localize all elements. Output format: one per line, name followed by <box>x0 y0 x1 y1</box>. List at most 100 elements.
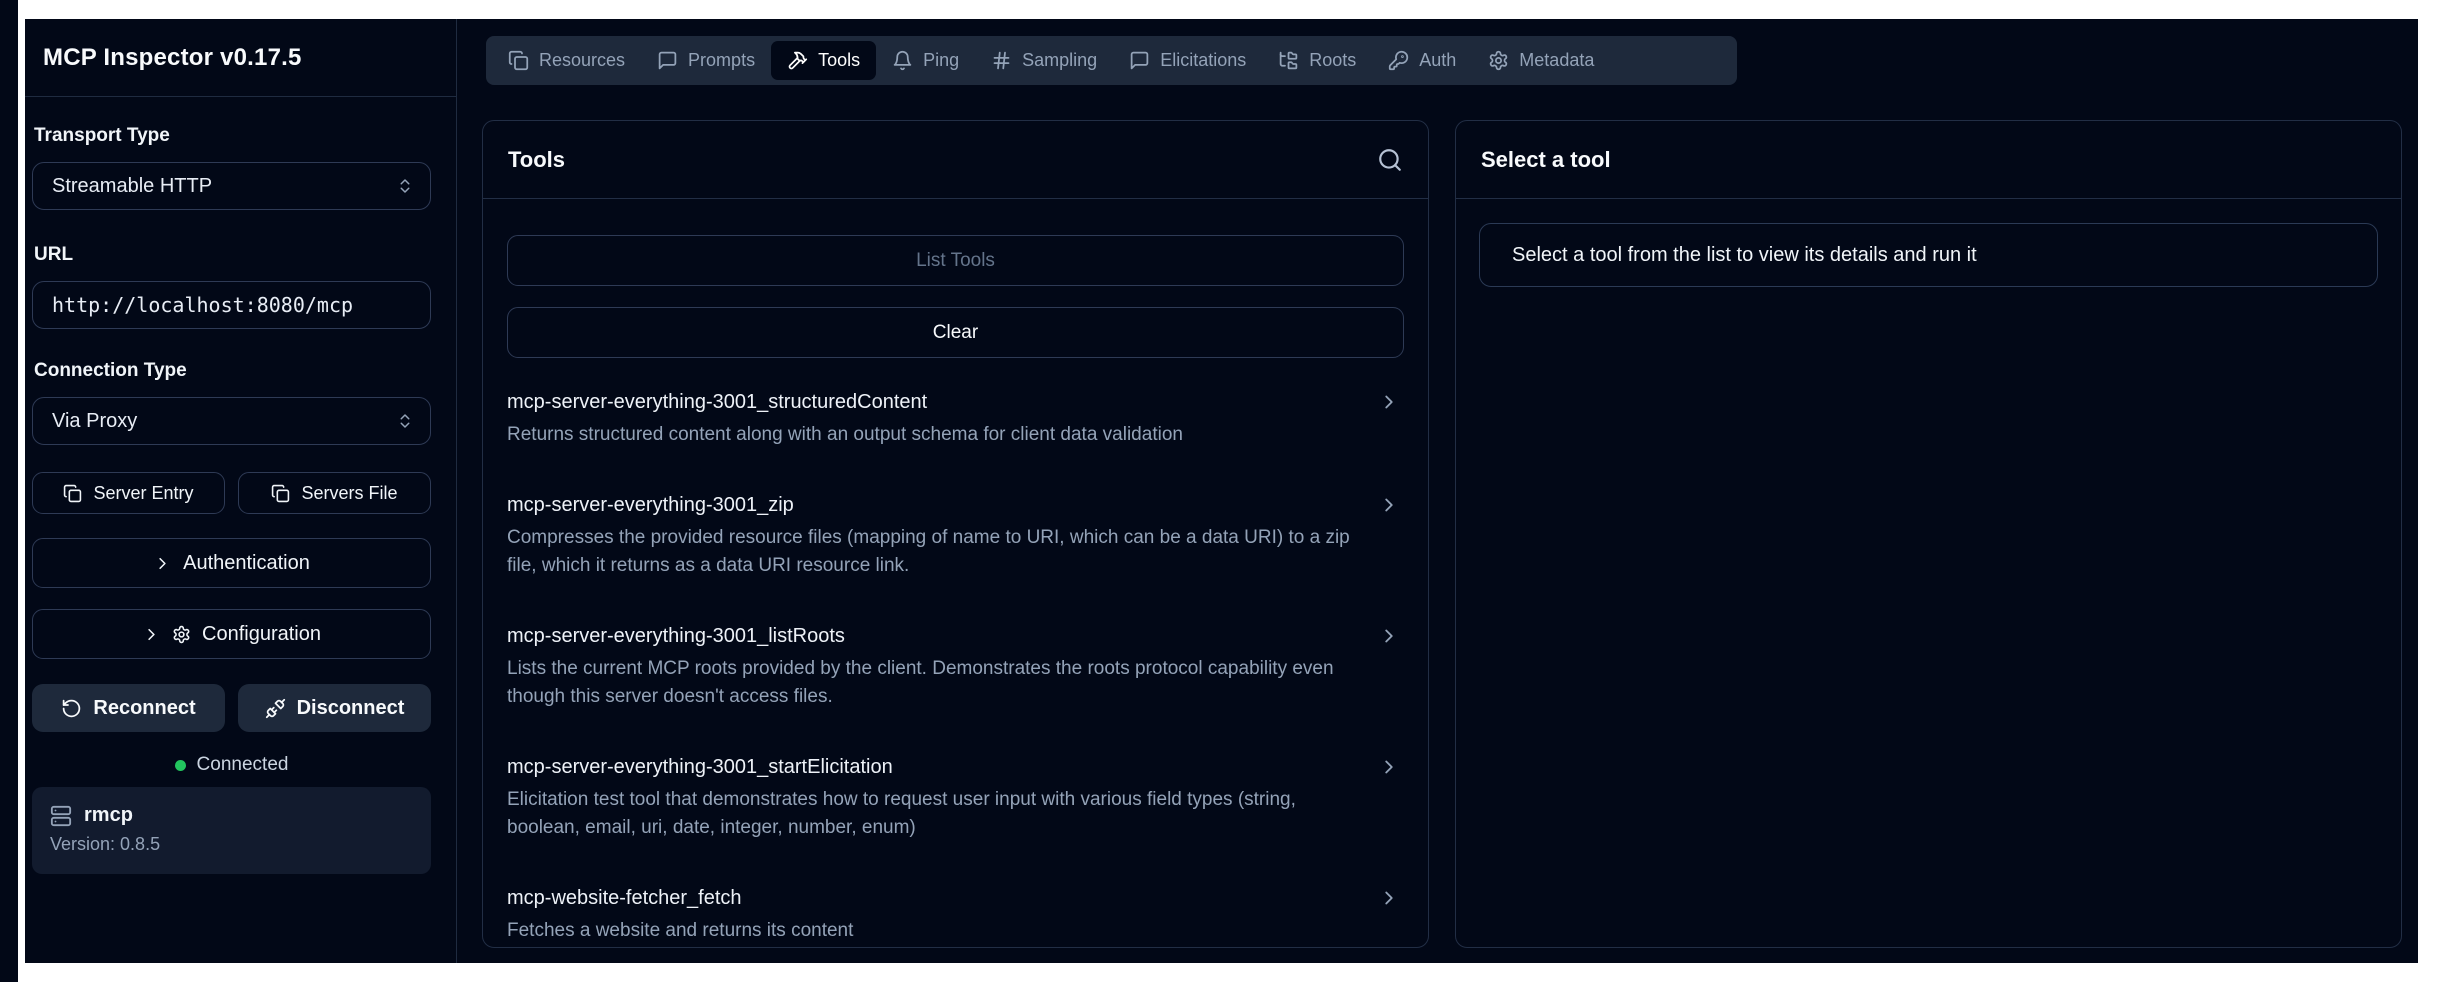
tab-label: Metadata <box>1519 50 1594 71</box>
tab-auth[interactable]: Auth <box>1372 41 1472 80</box>
configuration-toggle[interactable]: Configuration <box>32 609 431 659</box>
tab-label: Ping <box>923 50 959 71</box>
connection-type-value: Via Proxy <box>52 410 137 433</box>
tool-detail-panel: Select a tool Select a tool from the lis… <box>1455 120 2402 948</box>
list-tools-button[interactable]: List Tools <box>507 235 1404 286</box>
folder-tree-icon <box>1278 50 1299 71</box>
status-dot <box>175 760 186 771</box>
tool-detail-body: Select a tool from the list to view its … <box>1456 199 2401 311</box>
tool-name: mcp-server-everything-3001_structuredCon… <box>507 388 1360 416</box>
tools-panel-header: Tools <box>483 121 1428 199</box>
bell-icon <box>892 50 913 71</box>
url-input[interactable]: http://localhost:8080/mcp <box>32 281 431 329</box>
connection-buttons-row: Reconnect Disconnect <box>32 684 431 732</box>
tools-panel-body: List Tools Clear mcp-server-everything-3… <box>483 199 1428 947</box>
hash-icon <box>991 50 1012 71</box>
tab-bar: Resources Prompts Tools Ping Sampling El… <box>486 36 1737 85</box>
message-square-icon <box>657 50 678 71</box>
message-square-icon <box>1129 50 1150 71</box>
status-label: Connected <box>197 754 289 776</box>
main-area: Resources Prompts Tools Ping Sampling El… <box>457 19 2418 963</box>
url-label: URL <box>34 244 431 266</box>
tool-detail-placeholder: Select a tool from the list to view its … <box>1479 223 2378 287</box>
tab-roots[interactable]: Roots <box>1262 41 1372 80</box>
files-icon <box>508 50 529 71</box>
sidebar-header: MCP Inspector v0.17.5 <box>25 19 456 97</box>
tab-ping[interactable]: Ping <box>876 41 975 80</box>
tool-description: Lists the current MCP roots provided by … <box>507 655 1360 711</box>
tab-label: Elicitations <box>1160 50 1246 71</box>
chevron-right-icon <box>1378 625 1400 647</box>
tool-name: mcp-website-fetcher_fetch <box>507 884 1360 912</box>
rotate-ccw-icon <box>61 698 82 719</box>
tools-panel: Tools List Tools Clear mcp-server-everyt… <box>482 120 1429 948</box>
connection-status: Connected <box>32 754 431 776</box>
chevrons-up-down-icon <box>396 412 414 430</box>
server-icon <box>50 805 72 827</box>
disconnect-button[interactable]: Disconnect <box>238 684 431 732</box>
search-tools-button[interactable] <box>1377 147 1403 173</box>
clear-button[interactable]: Clear <box>507 307 1404 358</box>
server-info-card: rmcp Version: 0.8.5 <box>32 787 431 874</box>
tools-panel-title: Tools <box>508 147 565 173</box>
window-edge-strip <box>0 0 18 982</box>
tab-tools[interactable]: Tools <box>771 41 876 80</box>
key-icon <box>1388 50 1409 71</box>
server-name: rmcp <box>84 804 133 827</box>
tool-list-item[interactable]: mcp-server-everything-3001_zip Compresse… <box>507 491 1404 580</box>
tool-list-item[interactable]: mcp-server-everything-3001_listRoots Lis… <box>507 622 1404 711</box>
tool-list-item[interactable]: mcp-server-everything-3001_structuredCon… <box>507 388 1404 449</box>
chevrons-up-down-icon <box>396 177 414 195</box>
hammer-icon <box>787 50 808 71</box>
chevron-right-icon <box>153 554 172 573</box>
disconnect-label: Disconnect <box>297 697 405 720</box>
tab-resources[interactable]: Resources <box>492 41 641 80</box>
tab-sampling[interactable]: Sampling <box>975 41 1113 80</box>
search-icon <box>1377 147 1403 173</box>
tab-elicitations[interactable]: Elicitations <box>1113 41 1262 80</box>
tool-description: Elicitation test tool that demonstrates … <box>507 786 1360 842</box>
url-value: http://localhost:8080/mcp <box>52 293 353 317</box>
unplug-icon <box>265 698 286 719</box>
transport-type-value: Streamable HTTP <box>52 175 212 198</box>
transport-type-select[interactable]: Streamable HTTP <box>32 162 431 210</box>
tab-label: Auth <box>1419 50 1456 71</box>
reconnect-button[interactable]: Reconnect <box>32 684 225 732</box>
tab-prompts[interactable]: Prompts <box>641 41 771 80</box>
tab-label: Resources <box>539 50 625 71</box>
transport-type-label: Transport Type <box>34 125 431 147</box>
reconnect-label: Reconnect <box>93 697 195 720</box>
chevron-right-icon <box>1378 391 1400 413</box>
copy-icon <box>63 484 82 503</box>
copy-buttons-row: Server Entry Servers File <box>32 472 431 514</box>
tool-detail-header: Select a tool <box>1456 121 2401 199</box>
tool-list-item[interactable]: mcp-website-fetcher_fetch Fetches a webs… <box>507 884 1404 945</box>
tool-description: Returns structured content along with an… <box>507 421 1360 449</box>
server-entry-button[interactable]: Server Entry <box>32 472 225 514</box>
authentication-label: Authentication <box>183 552 310 575</box>
tab-label: Roots <box>1309 50 1356 71</box>
servers-file-label: Servers File <box>301 483 397 504</box>
server-entry-label: Server Entry <box>93 483 193 504</box>
server-version: Version: 0.8.5 <box>50 834 413 855</box>
authentication-toggle[interactable]: Authentication <box>32 538 431 588</box>
chevron-right-icon <box>1378 494 1400 516</box>
gear-icon <box>1488 50 1509 71</box>
connection-type-label: Connection Type <box>34 360 431 382</box>
tab-label: Sampling <box>1022 50 1097 71</box>
servers-file-button[interactable]: Servers File <box>238 472 431 514</box>
tool-name: mcp-server-everything-3001_startElicitat… <box>507 753 1360 781</box>
tab-label: Prompts <box>688 50 755 71</box>
tool-detail-title: Select a tool <box>1481 147 1611 173</box>
connection-type-select[interactable]: Via Proxy <box>32 397 431 445</box>
tool-list-item[interactable]: mcp-server-everything-3001_startElicitat… <box>507 753 1404 842</box>
server-card-title: rmcp <box>50 804 413 827</box>
tool-list: mcp-server-everything-3001_structuredCon… <box>507 388 1404 945</box>
gear-icon <box>172 625 191 644</box>
mcp-inspector-app: MCP Inspector v0.17.5 Transport Type Str… <box>25 19 2418 963</box>
content-row: Tools List Tools Clear mcp-server-everyt… <box>482 120 2402 948</box>
chevron-right-icon <box>142 625 161 644</box>
tab-label: Tools <box>818 50 860 71</box>
tab-metadata[interactable]: Metadata <box>1472 41 1610 80</box>
tool-description: Fetches a website and returns its conten… <box>507 917 1360 945</box>
